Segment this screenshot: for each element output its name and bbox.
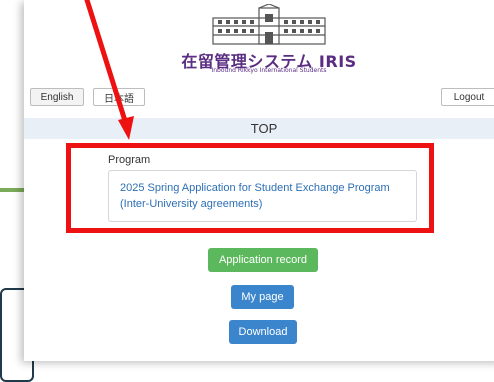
download-button[interactable]: Download — [229, 320, 297, 344]
iris-logo: 在留管理システム IRIS Inbound Rikkyo Internation… — [179, 4, 359, 74]
page-title: TOP — [24, 118, 494, 139]
japanese-button[interactable]: 日本語 — [93, 88, 145, 106]
english-button[interactable]: English — [30, 88, 84, 106]
app-subtitle: Inbound Rikkyo International Students — [211, 67, 327, 74]
logout-button[interactable]: Logout — [441, 88, 494, 106]
highlight-box — [66, 143, 434, 233]
application-record-button[interactable]: Application record — [208, 248, 318, 272]
building-icon — [212, 4, 326, 45]
my-page-button[interactable]: My page — [231, 285, 294, 309]
